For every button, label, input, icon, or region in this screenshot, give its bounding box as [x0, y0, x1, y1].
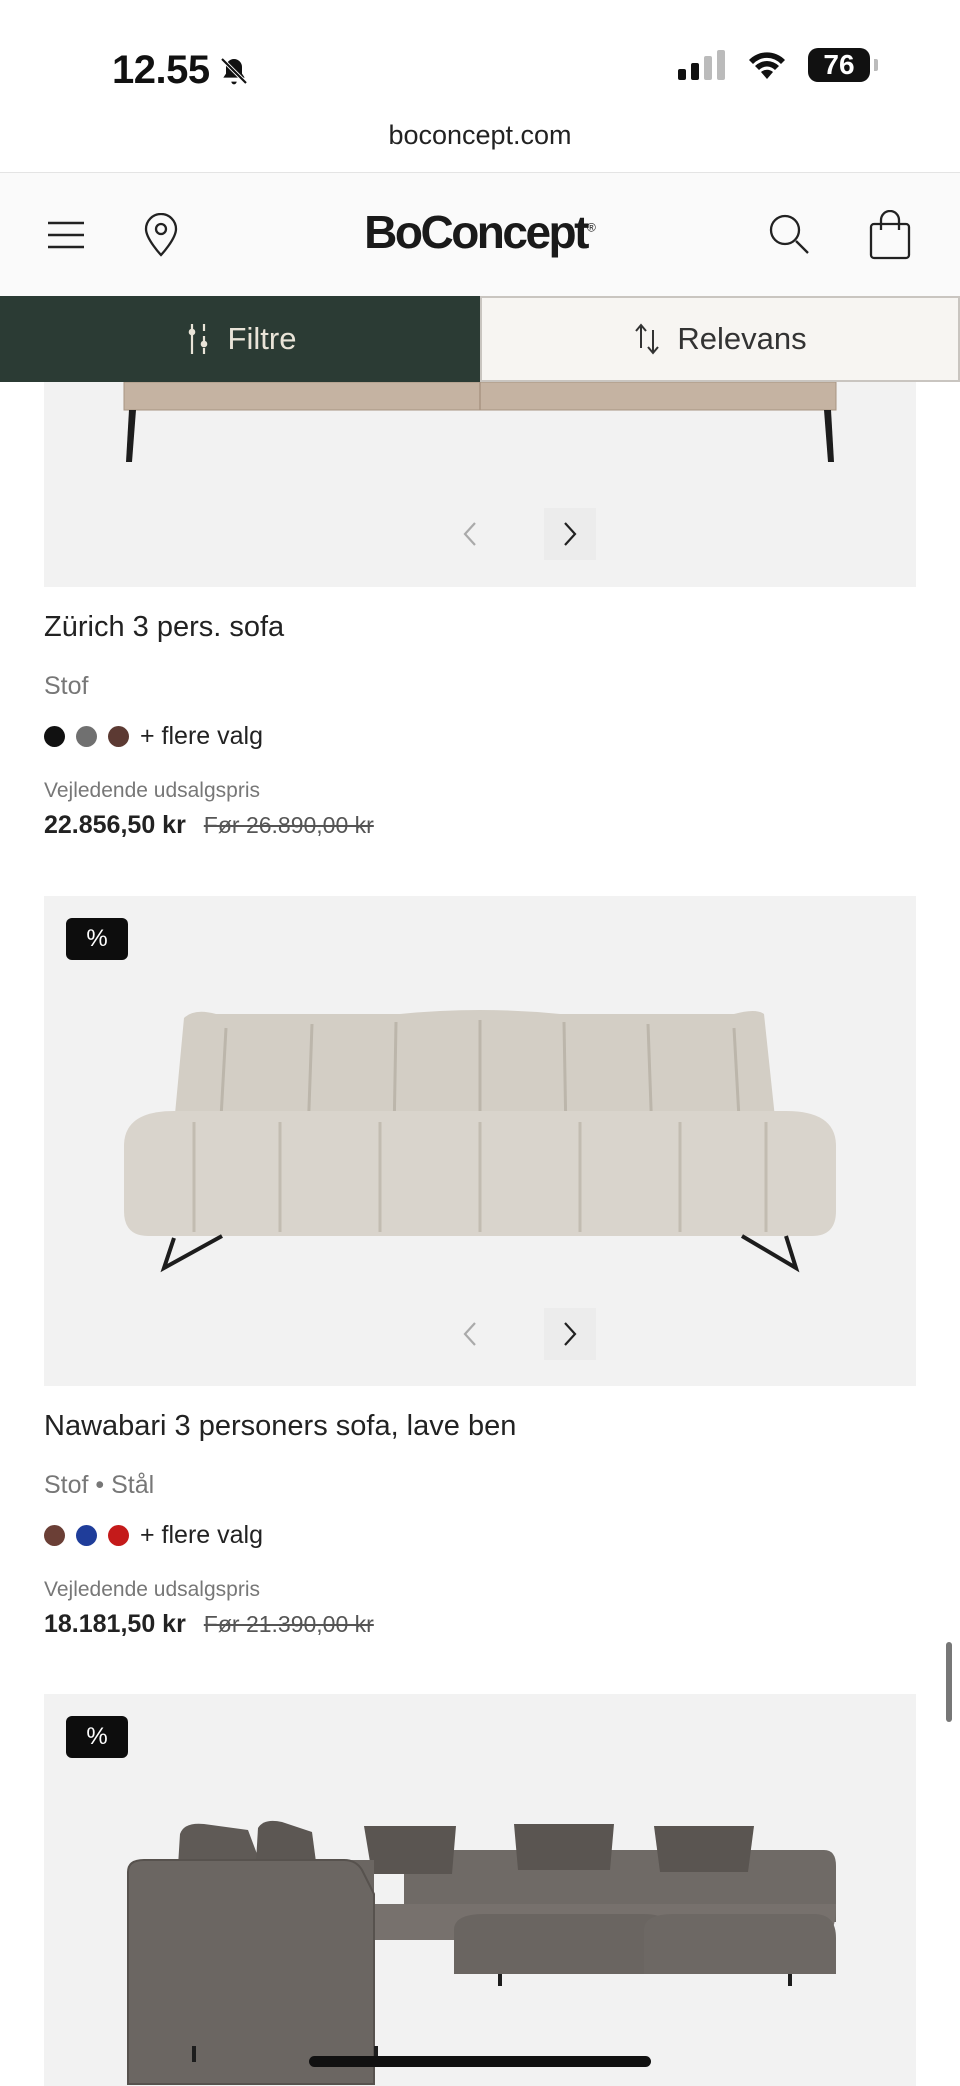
- search-button[interactable]: [766, 211, 814, 259]
- status-time-text: 12.55: [112, 48, 210, 92]
- carousel-next-button[interactable]: [544, 508, 596, 560]
- cart-button[interactable]: [866, 210, 914, 260]
- color-options-1[interactable]: + flere valg: [44, 722, 263, 751]
- filter-sliders-icon: [188, 324, 207, 354]
- product-image-3[interactable]: %: [44, 1694, 916, 2086]
- chevron-right-icon: [564, 522, 577, 546]
- status-time: 12.55: [112, 48, 250, 93]
- cellular-signal-icon: [678, 50, 725, 80]
- carousel-nav-1: [444, 508, 596, 560]
- product-price-2: 18.181,50 kr Før 21.390,00 kr: [44, 1610, 374, 1639]
- price-label-2: Vejledende udsalgspris: [44, 1578, 260, 1601]
- search-icon: [769, 214, 809, 254]
- product-name-2[interactable]: Nawabari 3 personers sofa, lave ben: [44, 1410, 516, 1443]
- more-options-label[interactable]: + flere valg: [140, 722, 263, 751]
- color-swatch[interactable]: [108, 726, 129, 747]
- color-swatch[interactable]: [44, 1525, 65, 1546]
- chevron-left-icon: [463, 1322, 476, 1346]
- product-image-2[interactable]: %: [44, 896, 916, 1386]
- wifi-icon: [749, 52, 785, 79]
- bell-off-icon: [220, 57, 248, 84]
- filter-label: Filtre: [227, 321, 297, 356]
- color-swatch[interactable]: [44, 726, 65, 747]
- brand-logo[interactable]: BoConcept®: [0, 205, 960, 259]
- product-image-1[interactable]: [44, 382, 916, 587]
- product-name-1[interactable]: Zürich 3 pers. sofa: [44, 611, 284, 644]
- chevron-left-icon: [463, 522, 476, 546]
- battery-icon: 76: [808, 48, 878, 82]
- sort-label: Relevans: [677, 321, 807, 356]
- sale-price: 22.856,50 kr: [44, 811, 186, 839]
- product-price-1: 22.856,50 kr Før 26.890,00 kr: [44, 811, 374, 840]
- site-header: BoConcept®: [0, 172, 960, 296]
- color-swatch[interactable]: [76, 1525, 97, 1546]
- carousel-prev-button[interactable]: [444, 1308, 496, 1360]
- sort-arrows-icon: [635, 323, 660, 355]
- price-label-1: Vejledende udsalgspris: [44, 779, 260, 802]
- original-price: Før 26.890,00 kr: [203, 812, 374, 838]
- filter-button[interactable]: Filtre: [0, 296, 480, 382]
- color-options-2[interactable]: + flere valg: [44, 1521, 263, 1550]
- logo-mark: ®: [586, 220, 596, 235]
- home-indicator[interactable]: [309, 2056, 651, 2067]
- scrollbar-thumb[interactable]: [946, 1642, 952, 1722]
- status-bar: 12.55 76: [0, 0, 960, 120]
- logo-text: BoConcept: [364, 206, 589, 258]
- sale-price: 18.181,50 kr: [44, 1610, 186, 1638]
- chevron-right-icon: [564, 1322, 577, 1346]
- original-price: Før 21.390,00 kr: [203, 1611, 374, 1637]
- address-bar[interactable]: boconcept.com: [0, 120, 960, 172]
- product-material-1: Stof: [44, 672, 89, 700]
- product-photo-corner-sofa: [127, 1820, 836, 2085]
- shopping-bag-icon: [869, 210, 911, 260]
- color-swatch[interactable]: [108, 1525, 129, 1546]
- color-swatch[interactable]: [76, 726, 97, 747]
- product-material-2: Stof • Stål: [44, 1471, 155, 1499]
- battery-level: 76: [823, 49, 855, 80]
- sort-button[interactable]: Relevans: [480, 296, 960, 382]
- carousel-nav-2: [444, 1308, 596, 1360]
- status-indicators: 76: [678, 48, 878, 82]
- filter-sort-bar: Filtre Relevans: [0, 296, 960, 382]
- carousel-prev-button[interactable]: [444, 508, 496, 560]
- url-text: boconcept.com: [388, 120, 572, 150]
- more-options-label[interactable]: + flere valg: [140, 1521, 263, 1550]
- carousel-next-button[interactable]: [544, 1308, 596, 1360]
